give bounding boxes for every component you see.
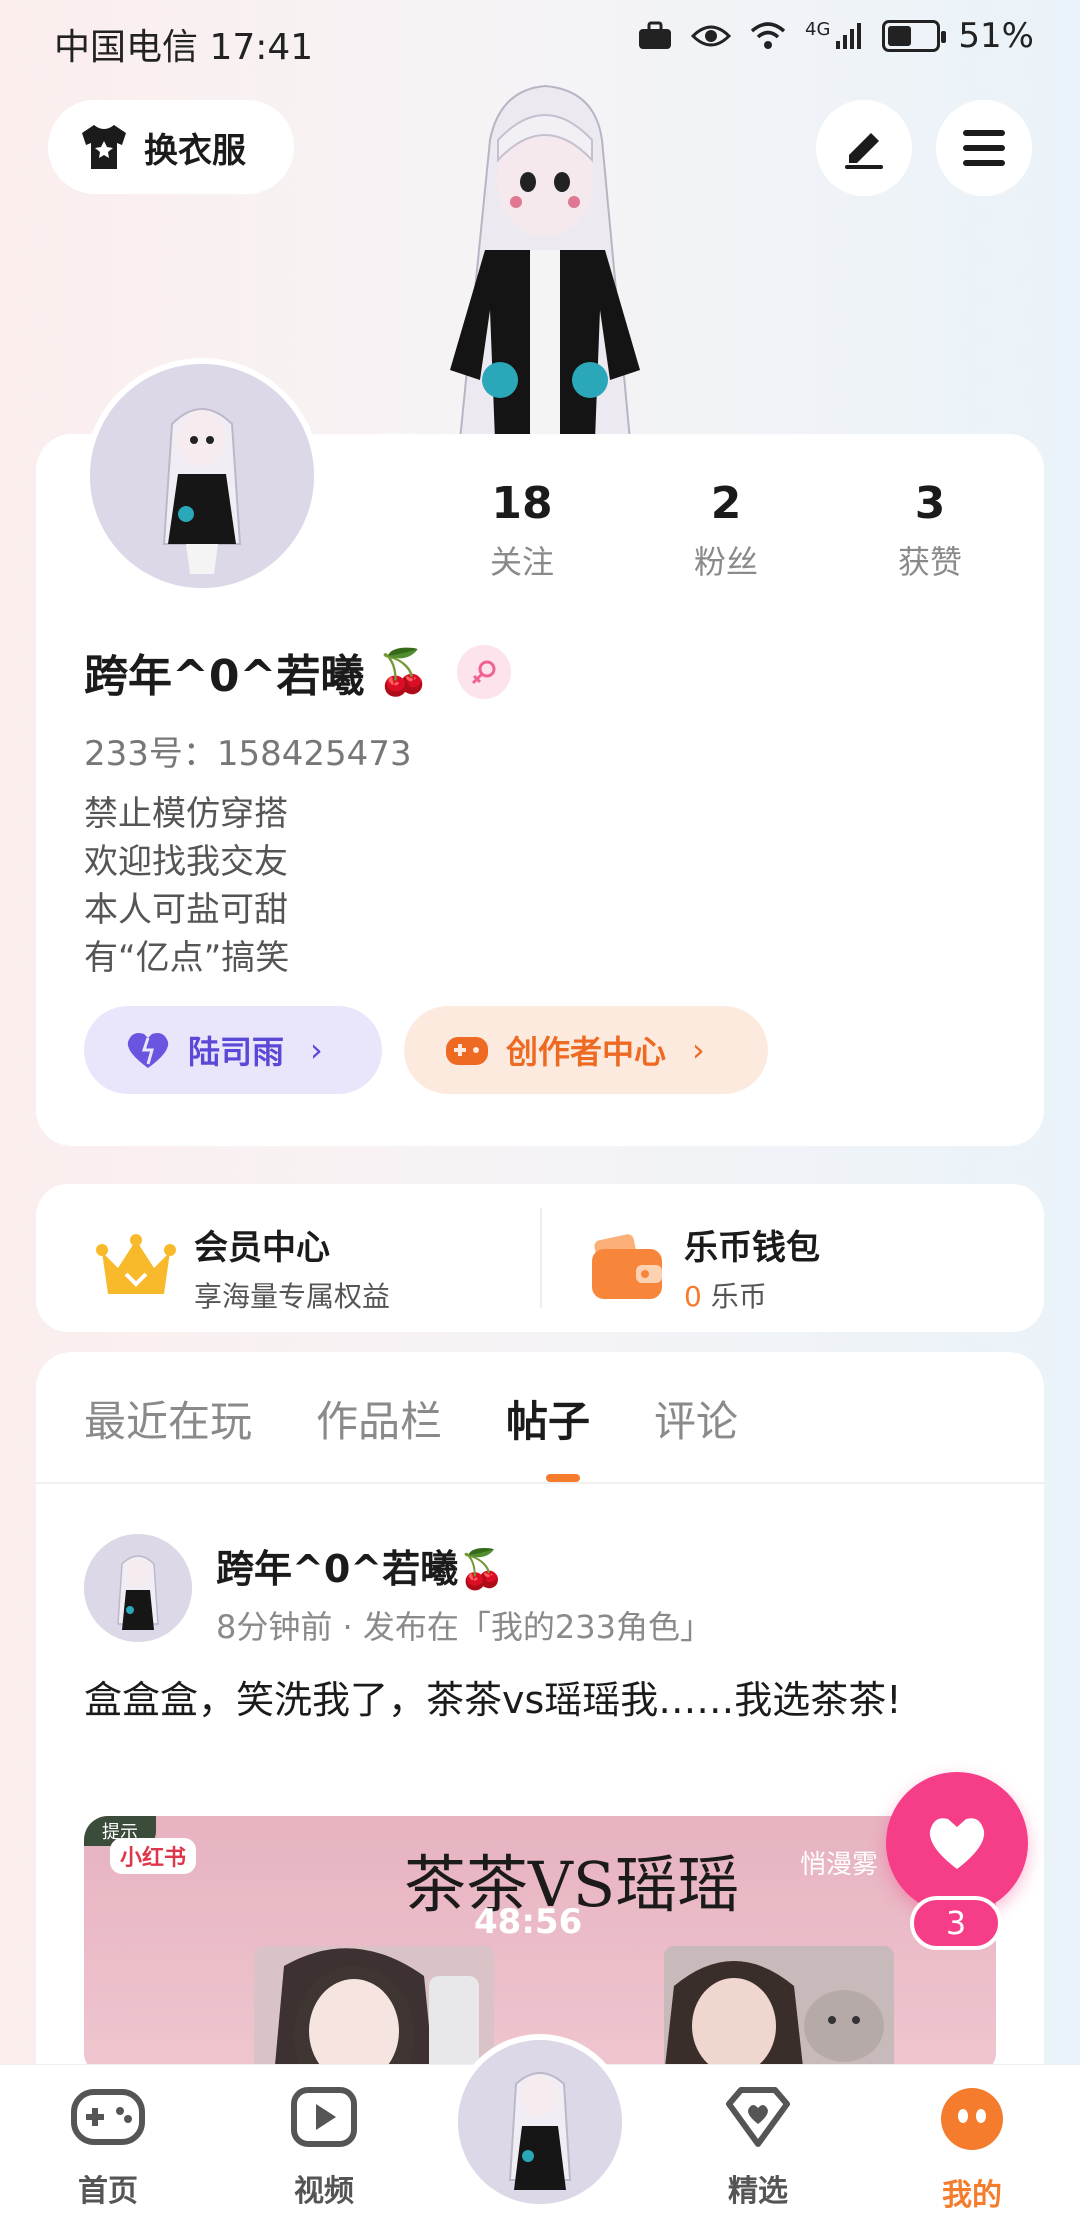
xiaohongshu-tag: 小红书 [110,1838,197,1874]
gamepad-icon [71,2089,145,2145]
stat-followers-label: 粉丝 [693,543,758,581]
cherry-emoji: 🍒 [376,647,432,698]
post-author-avatar[interactable] [84,1534,192,1642]
nav-video-label: 视频 [294,2174,354,2209]
battery-icon [882,20,947,52]
vip-center-subtitle: 享海量专属权益 [194,1280,391,1313]
edit-profile-button[interactable] [816,100,912,196]
nav-me-label: 我的 [942,2178,1002,2213]
post-author-text: 跨年^0^若曦 [216,1547,459,1591]
nav-featured-label: 精选 [728,2174,788,2209]
image-watermark: 悄漫雾 [800,1850,879,1880]
bio-line: 禁止模仿穿搭 [84,794,288,834]
stat-following-label: 关注 [489,543,554,581]
edit-icon [845,133,883,169]
profile-name-text: 跨年^0^若曦 [84,651,365,702]
active-tab-indicator [546,1474,580,1482]
stat-following[interactable]: 18 关注 [442,478,602,583]
status-bar: 中国电信 17:41 4G 51% [0,0,1080,90]
nav-video[interactable]: 视频 [254,2086,394,2210]
bio-line: 有“亿点”搞笑 [84,938,290,978]
change-outfit-button[interactable]: 换衣服 [48,100,294,194]
shirt-icon [82,125,126,169]
gamepad-icon [446,1037,488,1065]
wallet-button[interactable]: 乐币钱包 0 乐币 [588,1220,820,1315]
divider [36,1482,1044,1484]
menu-icon [963,130,1005,166]
heart-icon [127,1033,169,1068]
tab-comments[interactable]: 评论 [654,1388,738,1449]
nav-avatar-button[interactable] [452,2034,628,2210]
divider [540,1208,542,1308]
nav-avatar [458,2040,622,2204]
character-avatar-3d[interactable] [380,80,710,441]
wallet-unit: 乐币 [710,1280,767,1313]
user-id[interactable]: 233号：158425473 [84,726,412,775]
stat-followers[interactable]: 2 粉丝 [646,478,806,583]
wifi-icon [750,22,786,49]
like-button[interactable] [886,1772,1028,1914]
tab-recently-played[interactable]: 最近在玩 [84,1388,252,1449]
profile-bio: 禁止模仿穿搭 欢迎找我交友 本人可盐可甜 有“亿点”搞笑 [84,790,289,982]
stat-following-count: 18 [491,478,553,529]
heart-box-icon [726,2087,790,2147]
chevron-right-icon: › [692,1031,705,1069]
status-carrier-time: 中国电信 17:41 [54,27,314,68]
bio-line: 本人可盐可甜 [84,890,288,930]
heart-icon [929,1818,985,1869]
profile-tabs: 最近在玩 作品栏 帖子 评论 [84,1388,738,1449]
post-text[interactable]: 盒盒盒，笑洗我了，茶茶vs瑶瑶我……我选茶茶! [84,1672,964,1728]
photo-right [664,1946,894,2076]
nav-featured[interactable]: 精选 [688,2086,828,2210]
post-author-name[interactable]: 跨年^0^若曦🍒 [216,1538,505,1593]
chevron-right-icon: › [310,1031,323,1069]
stat-likes-label: 获赞 [897,543,962,581]
change-outfit-label: 换衣服 [144,130,246,171]
wallet-balance: 0 乐币 [684,1275,820,1315]
wallet-icon [592,1233,662,1299]
profile-name: 跨年^0^若曦 🍒 [84,640,512,704]
creator-center-label: 创作者中心 [506,1033,667,1071]
cherry-emoji: 🍒 [458,1547,506,1591]
vip-center-button[interactable]: 会员中心 享海量专属权益 [96,1220,390,1315]
female-gender-icon [457,645,512,699]
partner-label: 陆司雨 [188,1033,285,1071]
stat-followers-count: 2 [710,478,742,529]
play-icon [291,2087,357,2147]
nav-home[interactable]: 首页 [38,2086,178,2210]
profile-avatar[interactable] [84,358,320,594]
creator-center-button[interactable]: 创作者中心 › [404,1006,768,1094]
me-icon [941,2088,1003,2150]
nav-me[interactable]: 我的 [902,2086,1042,2214]
stat-likes[interactable]: 3 获赞 [850,478,1010,583]
status-icons: 4G 51% [637,16,1034,56]
wallet-title: 乐币钱包 [684,1228,820,1268]
wallet-amount: 0 [684,1280,702,1313]
vip-center-title: 会员中心 [194,1228,330,1268]
battery-percent: 51% [958,16,1034,56]
bio-line: 欢迎找我交友 [84,842,288,882]
signal-icon [836,23,862,49]
partner-button[interactable]: 陆司雨 › [84,1006,382,1094]
crown-icon [96,1233,176,1294]
briefcase-icon [639,21,672,49]
nav-home-label: 首页 [78,2174,138,2209]
network-label: 4G [805,18,831,40]
tab-works[interactable]: 作品栏 [316,1388,442,1449]
stat-likes-count: 3 [914,478,946,529]
photo-left [254,1946,494,2076]
post-meta: 8分钟前 · 发布在「我的233角色」 [216,1608,712,1646]
eye-icon [691,25,732,47]
like-count-badge: 3 [910,1896,1002,1950]
menu-button[interactable] [936,100,1032,196]
image-time: 48:56 [474,1902,583,1942]
tab-posts[interactable]: 帖子 [506,1388,590,1449]
